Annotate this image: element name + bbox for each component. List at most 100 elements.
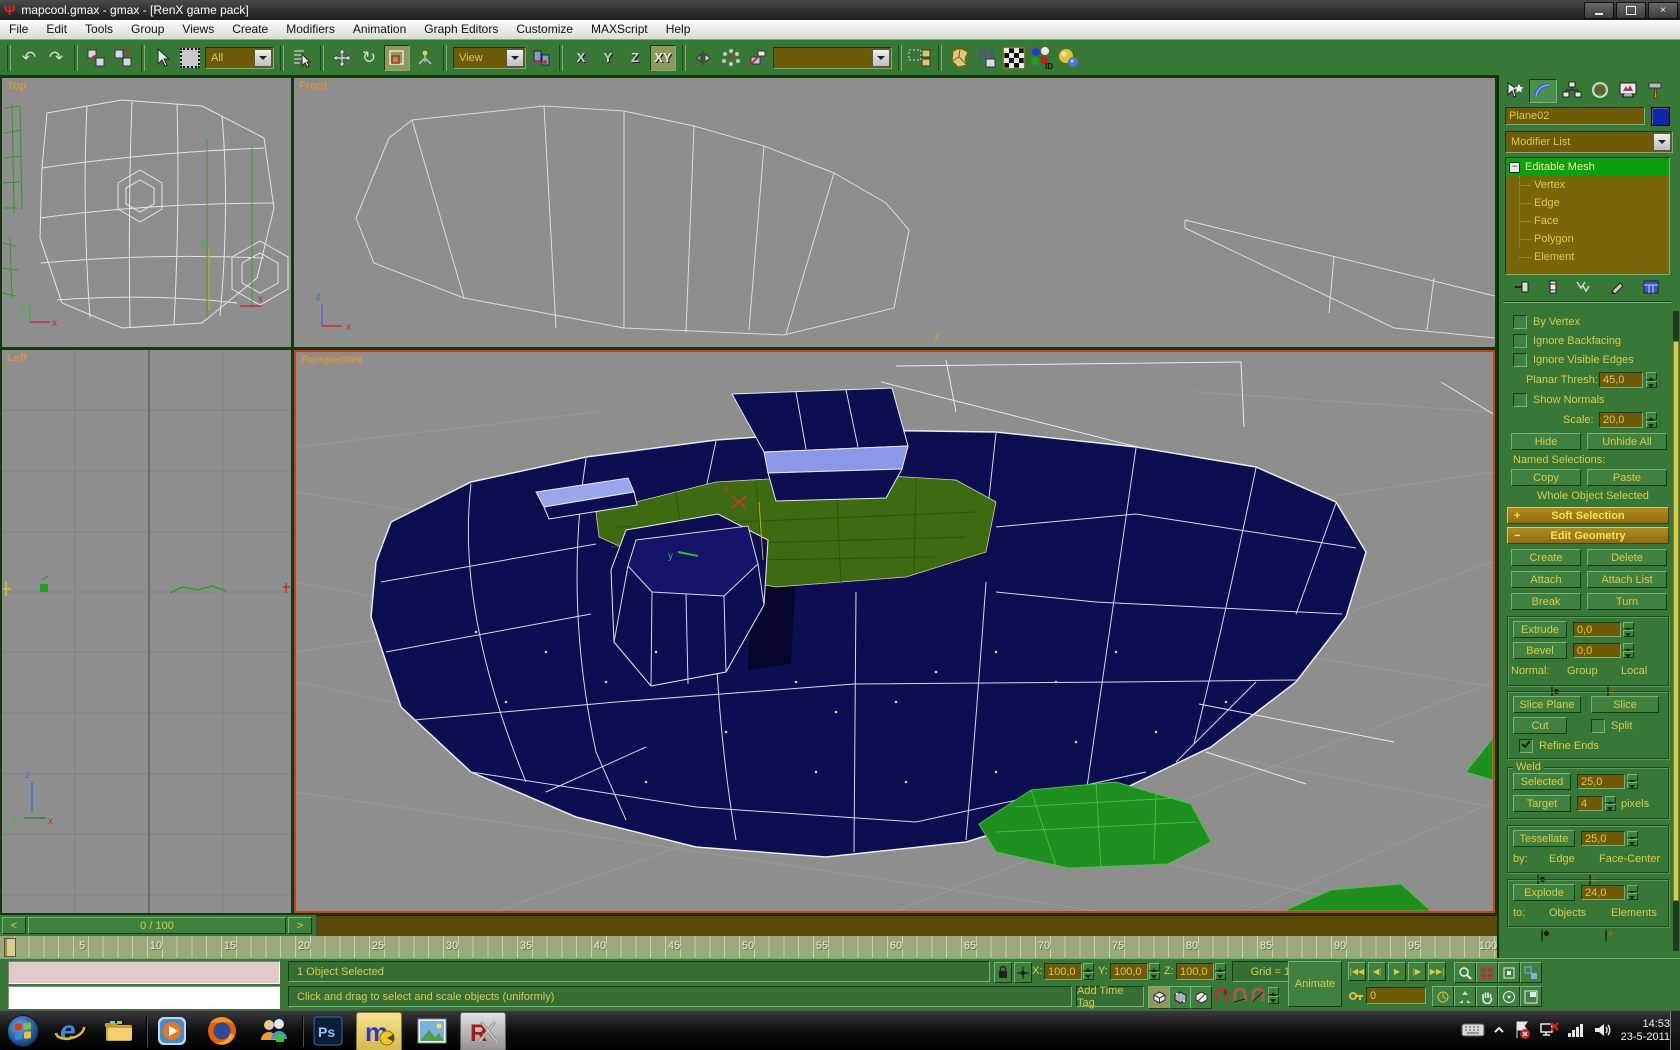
snap-toggle-3d-icon[interactable] xyxy=(1148,986,1170,1009)
stack-item-vertex[interactable]: Vertex xyxy=(1506,176,1669,194)
current-frame-field[interactable]: 0 xyxy=(1366,987,1426,1004)
stack-item-editable-mesh[interactable]: − Editable Mesh xyxy=(1506,158,1669,176)
modifier-list-dropdown[interactable]: Modifier List xyxy=(1505,131,1673,153)
create-button[interactable]: Create xyxy=(1511,549,1581,566)
dropdown-arrow-icon[interactable] xyxy=(506,49,524,67)
cut-button[interactable]: Cut xyxy=(1513,717,1567,734)
select-and-move-icon[interactable] xyxy=(330,46,354,70)
top-viewport-label[interactable]: Top xyxy=(7,80,26,92)
weld-target-field[interactable]: 4 xyxy=(1577,796,1603,811)
explode-field[interactable]: 24,0 xyxy=(1581,885,1625,900)
menu-tools[interactable]: Tools xyxy=(76,20,122,39)
reference-coordinate-dropdown[interactable]: View xyxy=(453,47,526,69)
track-bar-ruler[interactable]: 5101520253035404550556065707580859095100 xyxy=(0,936,1497,960)
snap-percent-magnet-icon[interactable] xyxy=(1250,988,1266,1004)
track-bar-frame-marker[interactable] xyxy=(4,938,16,957)
action-center-icon[interactable] xyxy=(1513,1020,1531,1043)
mirror-icon[interactable] xyxy=(692,46,716,70)
edit-geometry-rollout-header[interactable]: −Edit Geometry xyxy=(1507,527,1669,544)
perspective-viewport[interactable]: Perspective xyxy=(294,350,1495,913)
pin-stack-icon[interactable] xyxy=(1514,280,1530,297)
planar-thresh-spinner[interactable] xyxy=(1646,372,1657,388)
named-selection-sets-dropdown[interactable] xyxy=(773,47,892,69)
explode-spinner[interactable] xyxy=(1627,885,1638,900)
break-button[interactable]: Break xyxy=(1511,593,1581,610)
miranda-im-icon[interactable]: m xyxy=(356,1012,402,1050)
z-coordinate-field[interactable]: 100,0 xyxy=(1176,963,1214,980)
front-viewport[interactable]: Front z z xyxy=(294,78,1495,347)
network-status-icon[interactable] xyxy=(1539,1020,1559,1043)
pan-arrows-icon[interactable] xyxy=(1454,986,1476,1007)
panel-scrollbar[interactable] xyxy=(1673,311,1679,951)
x-coordinate-field[interactable]: 100,0 xyxy=(1044,963,1082,980)
restrict-xy-plane-button[interactable]: XY xyxy=(650,45,676,71)
menu-help[interactable]: Help xyxy=(657,20,700,39)
array-icon[interactable] xyxy=(719,46,743,70)
zoom-all-icon[interactable] xyxy=(1476,962,1498,983)
by-vertex-checkbox[interactable]: By Vertex xyxy=(1513,315,1580,329)
bevel-spinner[interactable] xyxy=(1623,643,1634,658)
material-id-icon[interactable]: ID xyxy=(1029,46,1053,70)
absolute-offset-toggle-icon[interactable] xyxy=(1014,962,1032,983)
render-scene-icon[interactable] xyxy=(1002,46,1026,70)
volume-icon[interactable] xyxy=(1593,1021,1613,1042)
windows-explorer-icon[interactable] xyxy=(98,1012,142,1050)
stack-item-polygon[interactable]: Polygon xyxy=(1506,230,1669,248)
selection-filter-dropdown[interactable]: All xyxy=(205,47,274,69)
select-and-manipulate-icon[interactable] xyxy=(413,46,437,70)
select-and-link-icon[interactable] xyxy=(84,46,108,70)
zoom-extents-icon[interactable] xyxy=(1498,962,1520,983)
front-viewport-label[interactable]: Front xyxy=(299,80,327,92)
maxscript-mini-listener-white[interactable] xyxy=(8,986,280,1009)
restrict-z-button[interactable]: Z xyxy=(623,46,647,70)
previous-frame-button[interactable]: < xyxy=(2,917,26,934)
stack-item-element[interactable]: Element xyxy=(1506,248,1669,266)
copy-button[interactable]: Copy xyxy=(1511,469,1581,486)
z-coordinate-spinner[interactable] xyxy=(1215,963,1226,980)
weld-target-spinner[interactable] xyxy=(1605,796,1616,811)
unlink-selection-icon[interactable] xyxy=(111,46,135,70)
menu-create[interactable]: Create xyxy=(223,20,277,39)
left-viewport-label[interactable]: Left xyxy=(7,352,27,364)
select-and-scale-icon[interactable] xyxy=(384,45,410,71)
snap-magnet-3-icon[interactable]: 3 xyxy=(1214,988,1230,1004)
use-pivot-point-icon[interactable] xyxy=(529,46,553,70)
remove-modifier-icon[interactable] xyxy=(1609,280,1625,297)
menu-customize[interactable]: Customize xyxy=(507,20,582,39)
redo-icon[interactable]: ↷ xyxy=(44,46,68,70)
paste-button[interactable]: Paste xyxy=(1587,469,1667,486)
hierarchy-tab-icon[interactable] xyxy=(1559,79,1585,101)
photo-viewer-icon[interactable] xyxy=(410,1012,454,1050)
restrict-y-button[interactable]: Y xyxy=(596,46,620,70)
stack-item-edge[interactable]: Edge xyxy=(1506,194,1669,212)
collapse-icon[interactable]: − xyxy=(1509,162,1520,173)
start-button[interactable] xyxy=(2,1012,44,1050)
utilities-tab-icon[interactable] xyxy=(1643,79,1669,101)
dropdown-arrow-icon[interactable] xyxy=(254,49,272,67)
internet-explorer-icon[interactable]: e xyxy=(48,1012,92,1050)
tessellate-face-center-label[interactable]: Face-Center xyxy=(1599,853,1660,865)
select-object-icon[interactable] xyxy=(151,46,175,70)
menu-modifiers[interactable]: Modifiers xyxy=(277,20,344,39)
slice-plane-button[interactable]: Slice Plane xyxy=(1513,696,1581,713)
dropdown-arrow-icon[interactable] xyxy=(872,49,890,67)
taskbar-clock[interactable]: 14:53 23-5-2011 xyxy=(1621,1018,1670,1044)
bevel-field[interactable]: 0,0 xyxy=(1573,643,1621,658)
previous-frame-playback-button[interactable]: ◀| xyxy=(1368,962,1386,981)
restrict-x-button[interactable]: X xyxy=(569,46,593,70)
menu-animation[interactable]: Animation xyxy=(344,20,415,39)
align-icon[interactable] xyxy=(746,46,770,70)
menu-group[interactable]: Group xyxy=(122,20,173,39)
play-button[interactable]: ▶ xyxy=(1388,962,1406,981)
add-time-tag-field[interactable]: Add Time Tag xyxy=(1076,986,1144,1007)
minimize-button[interactable] xyxy=(1584,2,1614,19)
weld-target-button[interactable]: Target xyxy=(1513,795,1571,812)
tessellate-spinner[interactable] xyxy=(1627,831,1638,846)
create-tab-icon[interactable] xyxy=(1501,79,1527,101)
refine-ends-checkbox[interactable]: Refine Ends xyxy=(1519,739,1599,753)
object-color-swatch[interactable] xyxy=(1651,107,1670,126)
hide-button[interactable]: Hide xyxy=(1511,433,1581,450)
tessellate-edge-label[interactable]: Edge xyxy=(1549,853,1575,865)
snap-angle-icon[interactable] xyxy=(1232,988,1248,1004)
display-tab-icon[interactable] xyxy=(1615,79,1641,101)
